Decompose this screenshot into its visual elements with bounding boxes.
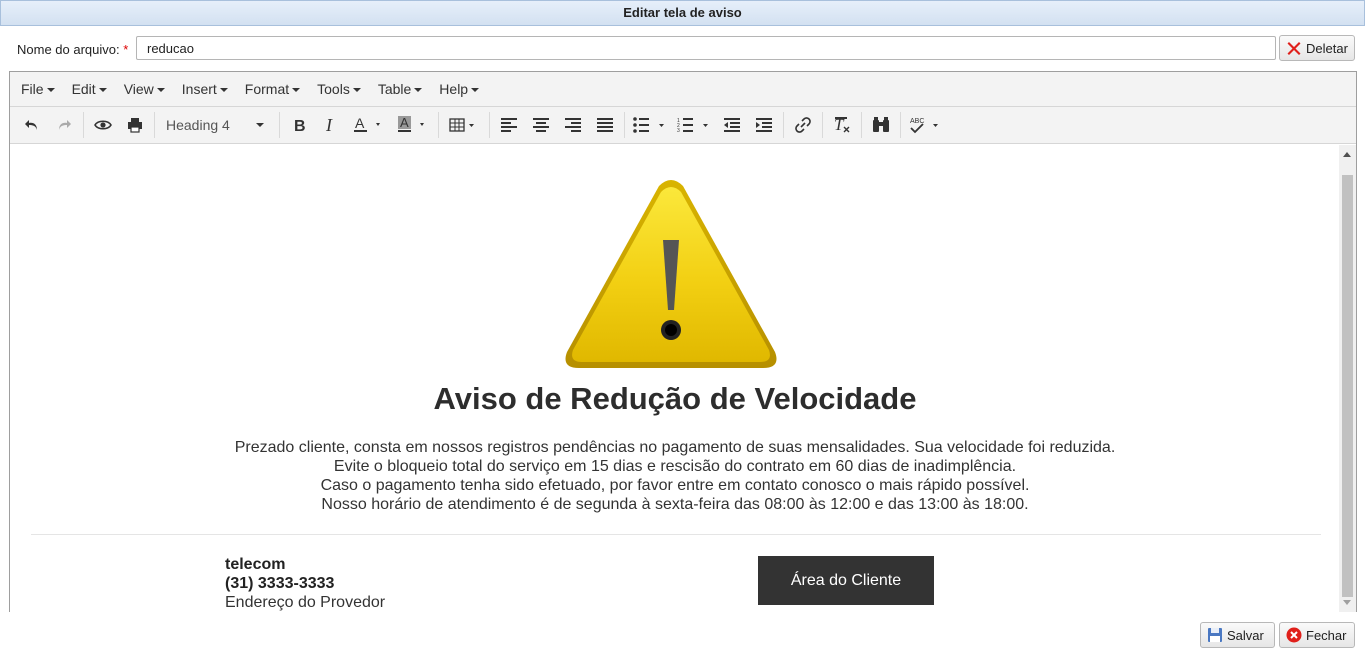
menu-view[interactable]: View [117, 81, 172, 97]
editor-menubar: File Edit View Insert Format Tools Table… [10, 72, 1356, 107]
close-label: Fechar [1306, 627, 1347, 643]
spellcheck-icon[interactable]: ABC [904, 110, 948, 140]
undo-icon[interactable] [16, 110, 48, 140]
notice-line: Nosso horário de atendimento é de segund… [321, 496, 1029, 513]
company-phone: (31) 3333-3333 [225, 575, 335, 592]
divider [31, 534, 1321, 535]
rich-text-editor: File Edit View Insert Format Tools Table… [9, 71, 1357, 612]
save-label: Salvar [1227, 627, 1264, 643]
notice-paragraph: Prezado cliente, consta em nossos regist… [10, 438, 1340, 514]
save-disk-icon [1207, 627, 1223, 643]
filename-input[interactable] [136, 36, 1276, 60]
content-scrollbar[interactable] [1339, 145, 1356, 612]
notice-line: Caso o pagamento tenha sido efetuado, po… [320, 477, 1030, 494]
numbered-list-icon[interactable]: 123 [672, 110, 716, 140]
align-left-icon[interactable] [493, 110, 525, 140]
save-button[interactable]: Salvar [1200, 622, 1275, 648]
scroll-thumb[interactable] [1342, 175, 1353, 597]
warning-triangle-icon [565, 180, 777, 368]
redo-icon[interactable] [48, 110, 80, 140]
menu-edit[interactable]: Edit [65, 81, 114, 97]
bullet-list-icon[interactable] [628, 110, 672, 140]
notice-line: Evite o bloqueio total do serviço em 15 … [333, 458, 1017, 475]
filename-row: Nome do arquivo: * Deletar [0, 34, 1365, 64]
align-center-icon[interactable] [525, 110, 557, 140]
bold-icon[interactable]: B [283, 110, 315, 140]
delete-x-icon [1286, 40, 1302, 56]
svg-text:A: A [355, 116, 365, 131]
text-color-icon[interactable]: A [347, 110, 391, 140]
scroll-down-icon[interactable] [1343, 600, 1351, 605]
close-button[interactable]: Fechar [1279, 622, 1355, 648]
editor-content[interactable]: Aviso de Redução de Velocidade Prezado c… [10, 145, 1340, 612]
menu-insert[interactable]: Insert [175, 81, 235, 97]
svg-text:I: I [325, 117, 333, 133]
scroll-up-icon[interactable] [1343, 152, 1351, 157]
outdent-icon[interactable] [716, 110, 748, 140]
justify-icon[interactable] [589, 110, 621, 140]
preview-icon[interactable] [87, 110, 119, 140]
format-select[interactable]: Heading 4 [158, 110, 276, 140]
svg-text:A: A [400, 116, 409, 130]
print-icon[interactable] [119, 110, 151, 140]
link-icon[interactable] [787, 110, 819, 140]
align-right-icon[interactable] [557, 110, 589, 140]
find-replace-icon[interactable] [865, 110, 897, 140]
delete-label: Deletar [1306, 40, 1348, 56]
background-color-icon[interactable]: A [391, 110, 435, 140]
client-area-button[interactable]: Área do Cliente [758, 556, 934, 605]
menu-file[interactable]: File [14, 81, 62, 97]
menu-help[interactable]: Help [432, 81, 486, 97]
table-icon[interactable] [442, 110, 486, 140]
provider-info: telecom (31) 3333-3333 Endereço do Prove… [225, 555, 385, 612]
notice-line: Prezado cliente, consta em nossos regist… [234, 439, 1116, 456]
editor-toolbar: Heading 4 B I A A 1 2 3 T ABC [10, 107, 1356, 144]
dialog-title: Editar tela de aviso [0, 0, 1365, 26]
indent-icon[interactable] [748, 110, 780, 140]
required-mark: * [123, 42, 129, 57]
svg-text:3: 3 [677, 128, 680, 133]
clear-formatting-icon[interactable]: T [826, 110, 858, 140]
menu-tools[interactable]: Tools [310, 81, 368, 97]
filename-label: Nome do arquivo: * [17, 42, 129, 57]
menu-format[interactable]: Format [238, 81, 307, 97]
svg-text:B: B [294, 118, 306, 133]
company-address: Endereço do Provedor [225, 594, 386, 611]
delete-button[interactable]: Deletar [1279, 35, 1355, 61]
notice-heading: Aviso de Redução de Velocidade [433, 381, 917, 416]
menu-table[interactable]: Table [371, 81, 429, 97]
close-circle-icon [1286, 627, 1302, 643]
company-name: telecom [225, 556, 286, 573]
italic-icon[interactable]: I [315, 110, 347, 140]
